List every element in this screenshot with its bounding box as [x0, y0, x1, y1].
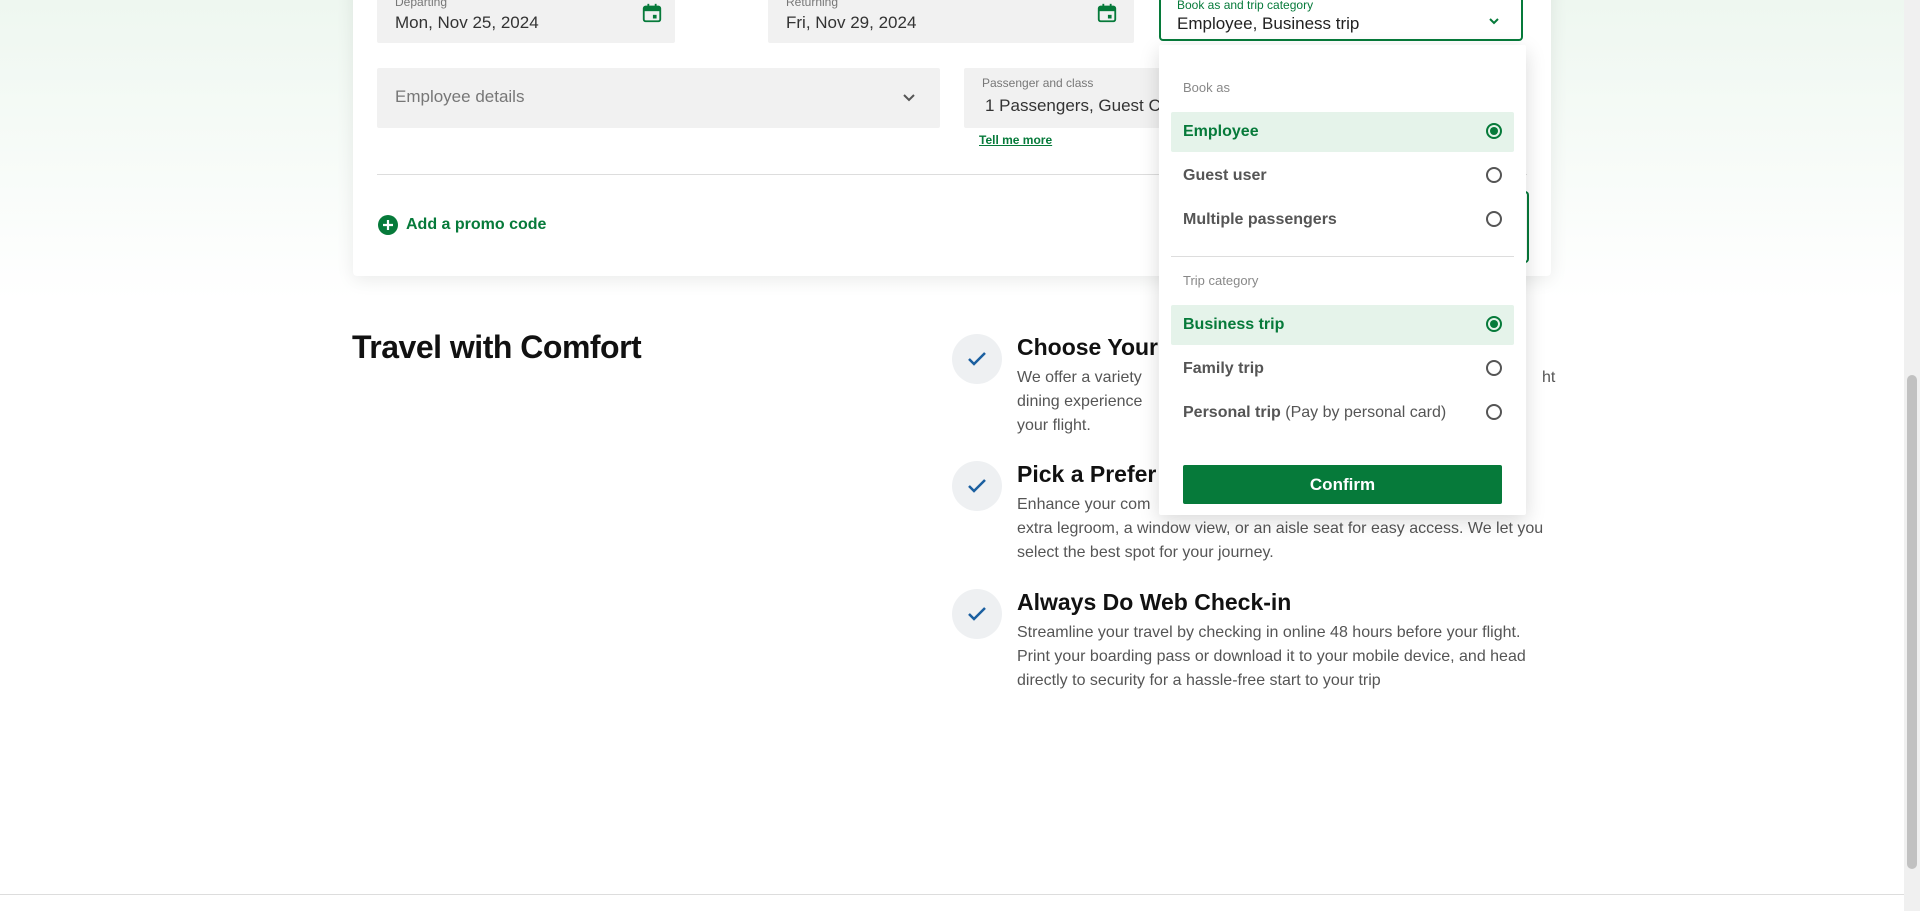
option-note: (Pay by personal card): [1285, 404, 1447, 421]
book-as-trip-category-select[interactable]: Book as and trip category Employee, Busi…: [1159, 0, 1523, 41]
check-icon: [952, 589, 1002, 639]
check-icon: [952, 334, 1002, 384]
departing-label: Departing: [395, 0, 448, 9]
option-label: Multiple passengers: [1183, 211, 1337, 228]
divider: [1171, 256, 1514, 257]
plus-circle-icon: [378, 215, 398, 235]
option-family-trip[interactable]: Family trip: [1171, 349, 1514, 389]
option-employee[interactable]: Employee: [1171, 112, 1514, 152]
option-label: Employee: [1183, 123, 1259, 140]
option-multiple-passengers[interactable]: Multiple passengers: [1171, 200, 1514, 240]
option-guest-user[interactable]: Guest user: [1171, 156, 1514, 196]
radio-selected-icon[interactable]: [1486, 123, 1502, 139]
option-label: Business trip: [1183, 316, 1285, 333]
passenger-class-value: 1 Passengers, Guest Cl: [985, 96, 1165, 115]
departing-field[interactable]: Departing Mon, Nov 25, 2024: [377, 0, 675, 43]
departing-value: Mon, Nov 25, 2024: [395, 13, 539, 32]
returning-value: Fri, Nov 29, 2024: [786, 13, 917, 32]
option-label: Guest user: [1183, 167, 1267, 184]
section-title: Travel with Comfort: [352, 329, 642, 365]
option-business-trip[interactable]: Business trip: [1171, 305, 1514, 345]
feature-title: Choose Your: [1017, 334, 1158, 360]
scrollbar[interactable]: [1904, 0, 1920, 911]
feature-title: Always Do Web Check-in: [1017, 589, 1292, 615]
book-as-dropdown: Book as Employee Guest user Multiple pas…: [1159, 45, 1526, 515]
chevron-down-icon: [903, 94, 915, 102]
returning-field[interactable]: Returning Fri, Nov 29, 2024: [768, 0, 1134, 43]
feature-title: Pick a Prefer: [1017, 461, 1157, 487]
returning-label: Returning: [786, 0, 839, 9]
chevron-down-icon: [1489, 18, 1499, 25]
book-as-label: Book as: [1183, 80, 1230, 95]
feature-desc-line: dining experience: [1017, 393, 1143, 410]
option-label: Personal trip (Pay by personal card): [1183, 404, 1446, 422]
check-icon: [952, 461, 1002, 511]
radio-icon[interactable]: [1486, 167, 1502, 183]
trip-category-field-label: Book as and trip category: [1177, 0, 1314, 12]
passenger-class-field[interactable]: Passenger and class 1 Passengers, Guest …: [964, 68, 1165, 128]
confirm-button[interactable]: Confirm: [1183, 465, 1502, 504]
employee-details-placeholder: Employee details: [395, 87, 525, 106]
option-personal-trip[interactable]: Personal trip (Pay by personal card): [1171, 393, 1514, 433]
radio-icon[interactable]: [1486, 404, 1502, 420]
footer-divider: [0, 894, 1904, 895]
scrollbar-thumb[interactable]: [1907, 375, 1917, 869]
feature-desc-line: extra legroom, a window view, or an aisl…: [1017, 520, 1544, 561]
promo-label: Add a promo code: [406, 216, 547, 233]
feature-desc-line: your flight.: [1017, 417, 1091, 434]
option-label: Family trip: [1183, 360, 1264, 377]
feature-desc-line: We offer a variety: [1017, 369, 1142, 386]
feature-desc-fragment: ht: [1542, 369, 1556, 386]
employee-details-select[interactable]: Employee details: [377, 68, 940, 128]
calendar-icon[interactable]: [1096, 2, 1118, 24]
tell-me-more-link[interactable]: Tell me more: [979, 133, 1052, 147]
trip-category-field-value: Employee, Business trip: [1177, 14, 1360, 33]
radio-icon[interactable]: [1486, 360, 1502, 376]
option-label-main: Personal trip: [1183, 404, 1281, 421]
radio-icon[interactable]: [1486, 211, 1502, 227]
calendar-icon[interactable]: [641, 2, 663, 24]
feature-desc-line: Enhance your com: [1017, 496, 1151, 513]
trip-category-label: Trip category: [1183, 273, 1259, 288]
feature-desc: Streamline your travel by checking in on…: [1017, 624, 1526, 689]
add-promo-code-button[interactable]: Add a promo code: [378, 215, 546, 235]
radio-selected-icon[interactable]: [1486, 316, 1502, 332]
passenger-class-label: Passenger and class: [982, 76, 1094, 90]
